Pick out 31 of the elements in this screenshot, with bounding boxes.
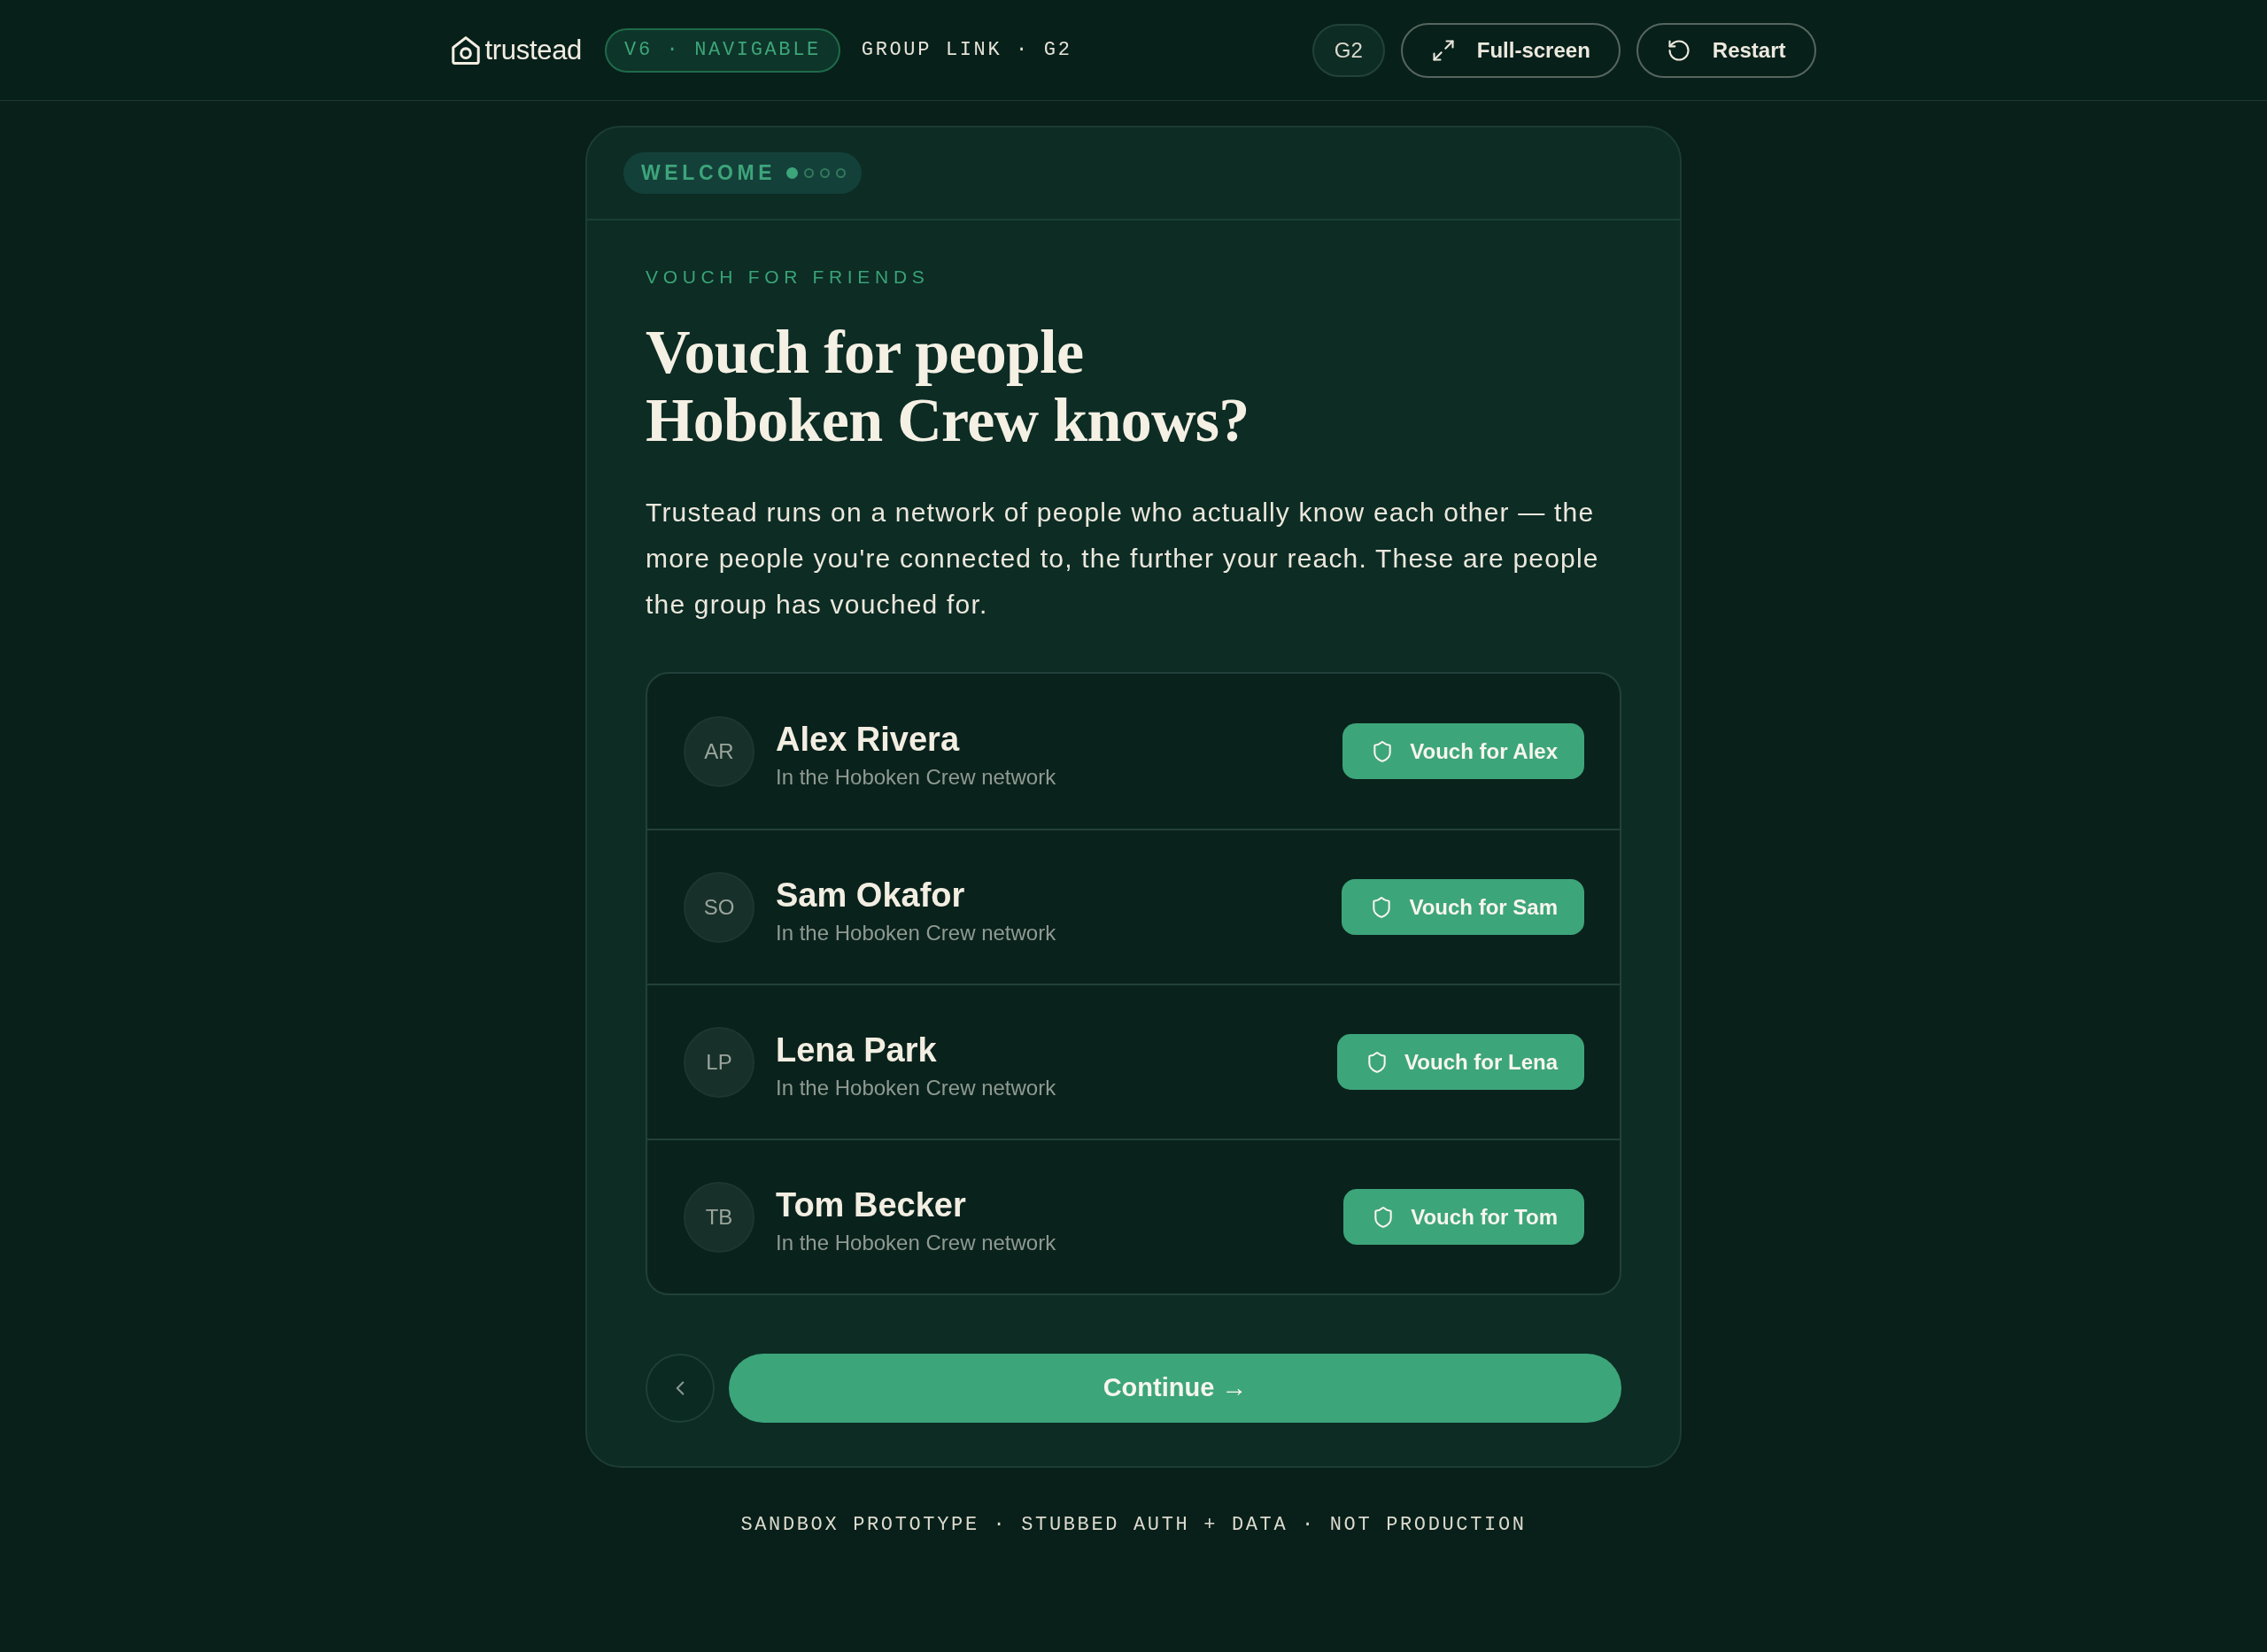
logo-text: trustead bbox=[484, 33, 583, 67]
person-subtitle: In the Hoboken Crew network bbox=[776, 919, 1056, 946]
vouch-button[interactable]: Vouch for Lena bbox=[1337, 1034, 1584, 1090]
vouch-button[interactable]: Vouch for Alex bbox=[1342, 723, 1584, 779]
step-label: WELCOME bbox=[641, 160, 777, 187]
person-subtitle: In the Hoboken Crew network bbox=[776, 763, 1056, 791]
continue-button[interactable]: Continue → bbox=[729, 1354, 1621, 1423]
fullscreen-button[interactable]: Full-screen bbox=[1400, 22, 1621, 78]
group-badge: G2 bbox=[1311, 23, 1385, 77]
group-link-label: GROUP LINK · G2 bbox=[861, 38, 1072, 63]
avatar-initials: LP bbox=[684, 1026, 754, 1098]
house-icon bbox=[451, 35, 480, 65]
intro-paragraph: Trustead runs on a network of people who actually know each other — the more people you're connected to, the further your reach. These are people the group has vouched for. bbox=[646, 497, 1600, 621]
avatar-initials: AR bbox=[684, 715, 754, 787]
vouch-button[interactable]: Vouch for Sam bbox=[1342, 879, 1584, 935]
person-subtitle: In the Hoboken Crew network bbox=[776, 1074, 1056, 1101]
restart-button[interactable]: Restart bbox=[1636, 22, 1816, 78]
vouch-button[interactable]: Vouch for Tom bbox=[1343, 1189, 1584, 1245]
diagonal-arrows-icon bbox=[1430, 37, 1456, 63]
person-name: Lena Park bbox=[776, 1030, 938, 1069]
avatar-initials: SO bbox=[684, 871, 754, 943]
person-name: Alex Rivera bbox=[776, 719, 961, 759]
footer-note: SANDBOX PROTOTYPE · STUBBED AUTH + DATA · NOT PRODUCTION bbox=[740, 1513, 1527, 1538]
section-eyebrow: VOUCH FOR FRIENDS bbox=[646, 266, 931, 289]
person-subtitle: In the Hoboken Crew network bbox=[776, 1229, 1056, 1256]
person-name: Sam Okafor bbox=[776, 875, 966, 915]
counterclockwise-arrow-icon bbox=[1666, 37, 1691, 63]
page-heading: Vouch for people Hoboken Crew knows? bbox=[646, 318, 1250, 454]
avatar-initials: TB bbox=[684, 1181, 754, 1253]
person-name: Tom Becker bbox=[776, 1185, 967, 1224]
version-badge: V6 · NAVIGABLE bbox=[605, 27, 840, 73]
